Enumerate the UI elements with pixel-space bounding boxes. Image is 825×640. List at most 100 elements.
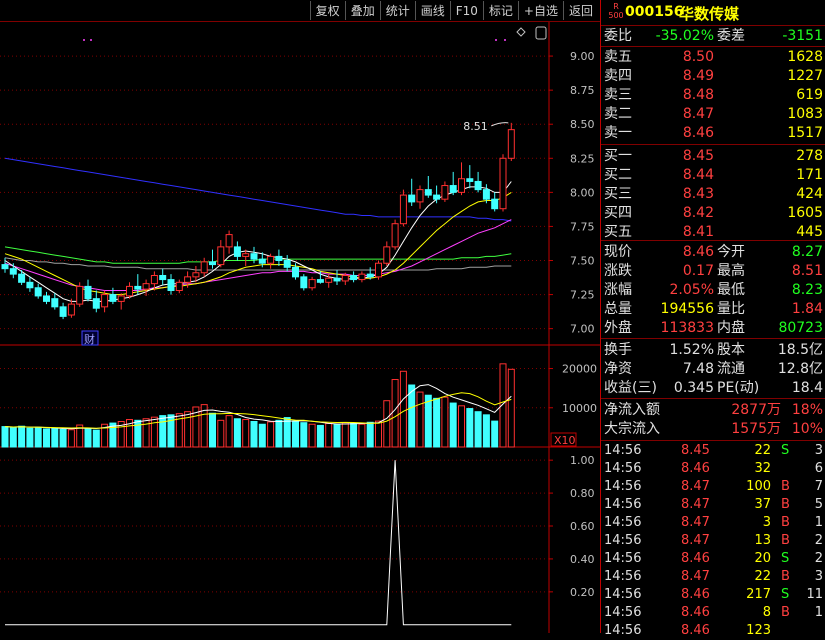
bid-row: 买五 8.41 445 bbox=[601, 223, 825, 241]
extra-label: 流通 bbox=[717, 361, 745, 377]
trade-side: B bbox=[781, 605, 790, 620]
candle-body bbox=[200, 261, 208, 274]
bid-price: 8.43 bbox=[682, 186, 714, 202]
indicator-line bbox=[5, 460, 512, 626]
extra-label: PE(动) bbox=[717, 380, 760, 396]
candle-body bbox=[167, 279, 175, 291]
volume-bar bbox=[300, 422, 308, 448]
bid-price: 8.44 bbox=[682, 167, 714, 183]
volume-bar bbox=[308, 423, 316, 448]
trade-volume: 22 bbox=[754, 569, 771, 584]
kline-chart-area[interactable]: 9.00 8.75 8.50 8.25 8.00 7.75 7.50 7.25 7.00 8.51… bbox=[0, 0, 600, 633]
candle-body bbox=[159, 274, 167, 281]
candle-body bbox=[341, 274, 349, 282]
candle-body bbox=[416, 189, 424, 203]
extra-row: 换手 1.52% 股本 18.5亿 bbox=[601, 341, 825, 359]
ma-line-yellow bbox=[4, 191, 512, 296]
candle-body bbox=[275, 255, 283, 262]
indicator-tick-label: 1.00 bbox=[570, 454, 595, 467]
indicator-tick-label: 0.40 bbox=[570, 553, 595, 566]
finance-marker: 财 bbox=[84, 332, 95, 346]
bid-volume: 171 bbox=[796, 167, 823, 183]
rating-logo: R 500 bbox=[608, 2, 624, 20]
bid-label: 买三 bbox=[604, 186, 632, 202]
candle-body bbox=[283, 260, 291, 268]
ask-row: 卖二 8.47 1083 bbox=[601, 105, 825, 123]
candle-body bbox=[366, 273, 374, 278]
candle-body bbox=[316, 279, 324, 283]
trade-count: 2 bbox=[814, 551, 823, 566]
trade-price: 8.45 bbox=[681, 443, 710, 458]
trade-row: 14:56 8.46 20 S 2 bbox=[601, 550, 825, 568]
divider bbox=[601, 144, 825, 145]
stat-value: 113833 bbox=[660, 320, 714, 336]
candle-body bbox=[449, 185, 457, 193]
stat-label: 涨幅 bbox=[604, 282, 632, 298]
trade-count: 1 bbox=[814, 515, 823, 530]
stat-value: 194556 bbox=[660, 301, 714, 317]
candle-body bbox=[358, 273, 366, 281]
candle-body bbox=[84, 285, 92, 300]
trade-time: 14:56 bbox=[604, 479, 642, 494]
stat-value: 0.17 bbox=[682, 263, 714, 279]
extra-label: 收益(三) bbox=[604, 380, 657, 396]
trade-price: 8.47 bbox=[681, 479, 710, 494]
trade-row: 14:56 8.46 217 S 11 bbox=[601, 586, 825, 604]
bid-price: 8.45 bbox=[682, 148, 714, 164]
candle-body bbox=[391, 223, 399, 248]
candle-body bbox=[325, 277, 333, 283]
candle-body bbox=[458, 178, 465, 193]
bid-label: 买二 bbox=[604, 167, 632, 183]
trade-volume: 3 bbox=[762, 515, 771, 530]
trade-side: B bbox=[781, 569, 790, 584]
candle-body bbox=[18, 273, 26, 283]
price-tick-label: 8.75 bbox=[570, 84, 595, 97]
volume-bar bbox=[59, 428, 67, 448]
volume-bar bbox=[26, 427, 34, 448]
volume-bar bbox=[341, 422, 349, 448]
trade-price: 8.46 bbox=[681, 461, 710, 476]
volume-bar bbox=[399, 370, 407, 448]
trade-volume: 217 bbox=[746, 587, 771, 602]
trade-price: 8.46 bbox=[681, 605, 710, 620]
weibi-value: -35.02% bbox=[655, 28, 714, 44]
candle-body bbox=[433, 194, 441, 200]
volume-bar bbox=[92, 429, 100, 448]
volume-bar bbox=[150, 416, 158, 448]
volume-bar bbox=[449, 402, 457, 448]
trade-count: 11 bbox=[806, 587, 823, 602]
ask-label: 卖三 bbox=[604, 87, 632, 103]
candle-body bbox=[109, 294, 117, 302]
signal-dot bbox=[495, 39, 497, 41]
flow-value: 1575万 bbox=[731, 421, 781, 437]
trade-volume: 20 bbox=[754, 551, 771, 566]
volume-bar bbox=[258, 423, 266, 448]
trade-side: B bbox=[781, 497, 790, 512]
ask-price: 8.46 bbox=[682, 125, 714, 141]
candle-body bbox=[150, 274, 158, 285]
ask-price: 8.48 bbox=[682, 87, 714, 103]
ask-label: 卖四 bbox=[604, 68, 632, 84]
price-tick-label: 8.25 bbox=[570, 152, 595, 165]
candle-body bbox=[34, 287, 42, 297]
candle-body bbox=[101, 294, 109, 308]
flow-row: 大宗流入 1575万 10% bbox=[601, 420, 825, 438]
trade-volume: 8 bbox=[762, 605, 771, 620]
trade-price: 8.47 bbox=[681, 569, 710, 584]
volume-bar bbox=[134, 419, 142, 448]
trade-row: 14:56 8.47 100 B 7 bbox=[601, 478, 825, 496]
candle-body bbox=[51, 298, 59, 308]
divider bbox=[601, 46, 825, 47]
signal-dot bbox=[83, 39, 85, 41]
bid-row: 买二 8.44 171 bbox=[601, 166, 825, 184]
trade-side: S bbox=[781, 587, 790, 602]
stat-value: 8.23 bbox=[791, 282, 823, 298]
candle-body bbox=[126, 285, 133, 297]
signal-dot bbox=[90, 39, 92, 41]
trade-side: B bbox=[781, 479, 790, 494]
trade-time: 14:56 bbox=[604, 497, 642, 512]
ask-volume: 1227 bbox=[787, 68, 823, 84]
volume-tick-label: 10000 bbox=[562, 402, 597, 415]
stat-label: 外盘 bbox=[604, 320, 632, 336]
price-tick-label: 7.00 bbox=[570, 323, 595, 336]
